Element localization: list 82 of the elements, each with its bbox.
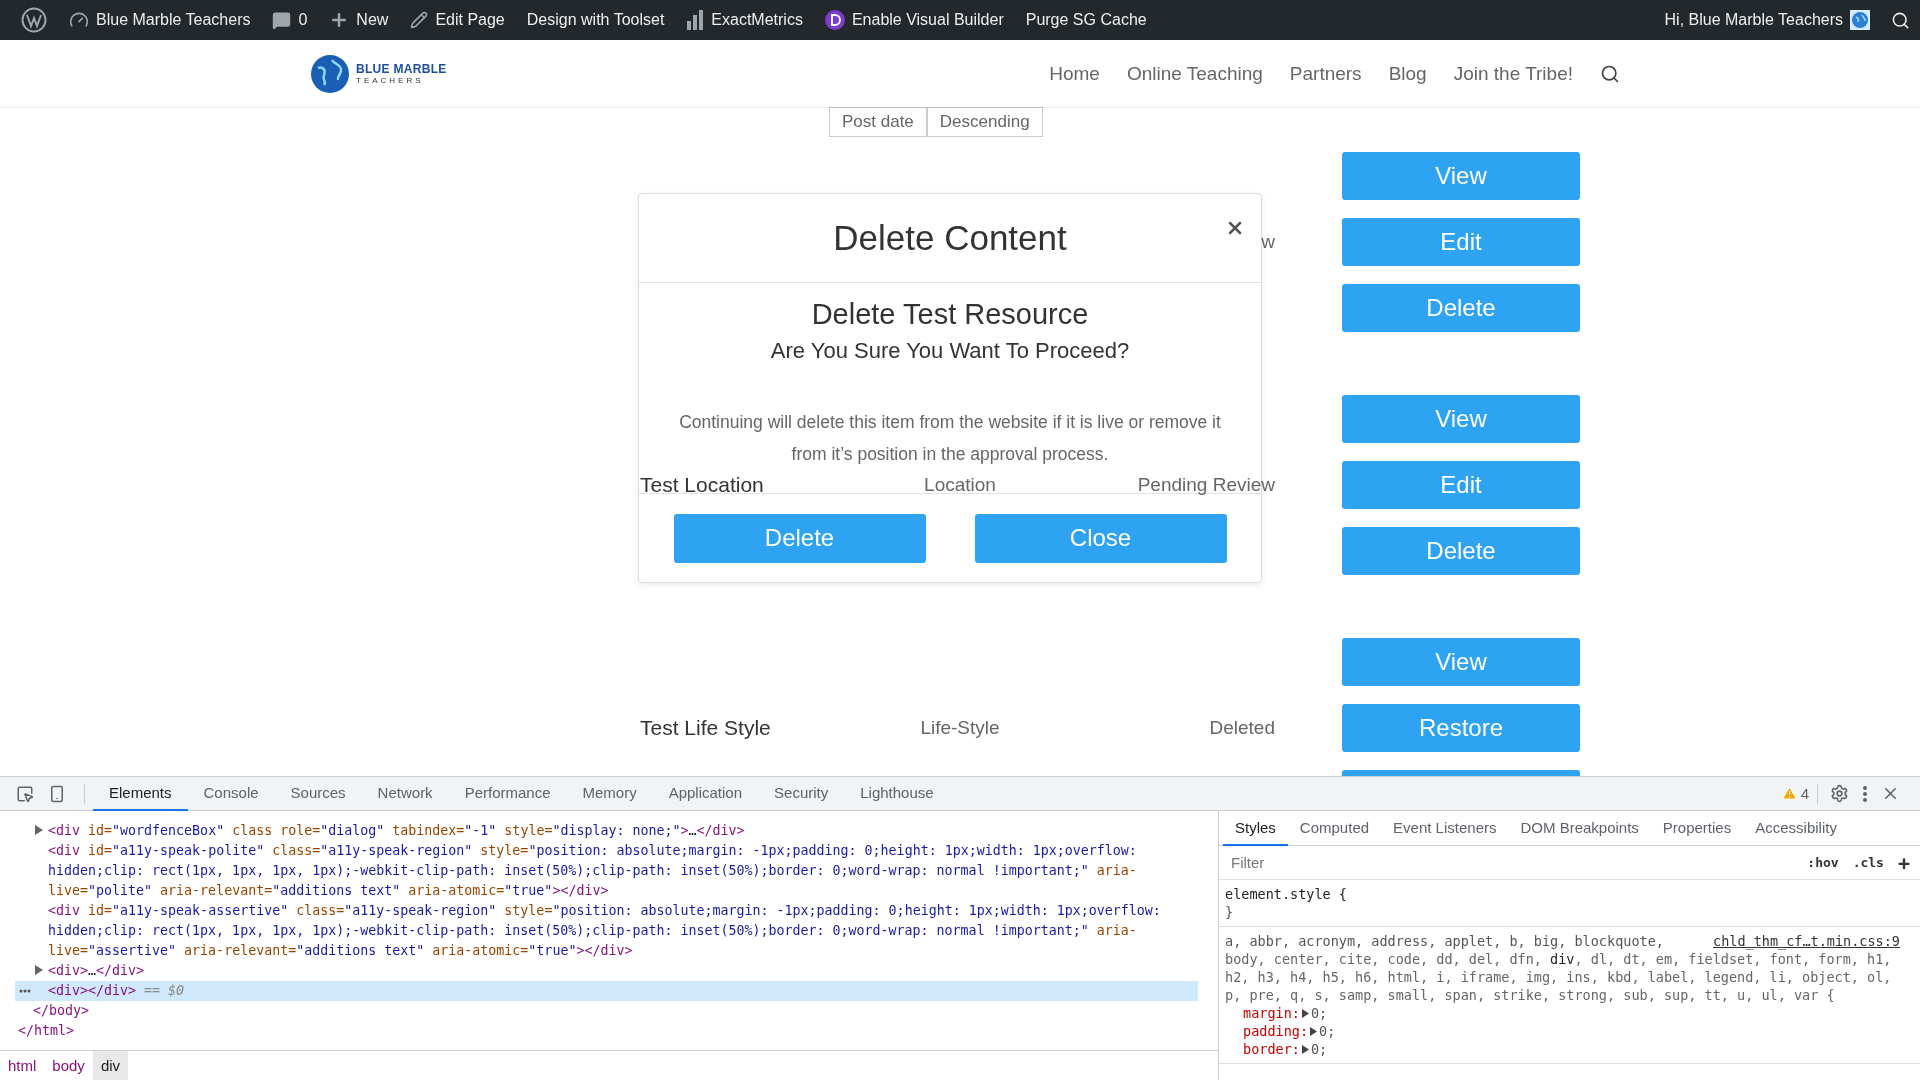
inspect-icon [16, 784, 34, 803]
devtools-tab[interactable]: Application [652, 776, 759, 811]
admin-bar-item[interactable]: 0 [261, 0, 319, 40]
css-declaration[interactable]: padding: 0; [1225, 1022, 1900, 1040]
more-icon [1863, 785, 1867, 802]
avatar-icon [1850, 10, 1870, 30]
devtools-tab[interactable]: Lighthouse [844, 776, 950, 811]
warning-count[interactable]: 4 [1781, 785, 1809, 802]
rule-selector: body, center, cite, code, dd, del, dfn, div, dl, dt, em, fieldset, font, form, h1, h2, h3, h4, h5, h6, html, i, iframe, img, ins, kbd, label, legend, li, object, ol, p, pre, q, s, samp, small, span, strike, strong, sub, sup, tt, u, ul, var { [1225, 950, 1893, 1004]
pencil-icon [410, 11, 429, 29]
admin-bar-item[interactable]: Purge SG Cache [1014, 0, 1158, 40]
css-declaration[interactable]: margin: 0; [1225, 1004, 1900, 1022]
site-logo-icon[interactable] [21, 7, 47, 33]
admin-bar-item[interactable]: ExactMetrics [675, 0, 814, 40]
dashboard-icon [69, 10, 89, 30]
admin-bar-item[interactable]: New [318, 0, 400, 40]
phone-icon [48, 784, 66, 803]
item-category: Location [923, 474, 997, 496]
warning-icon [1781, 786, 1797, 801]
dialog-title: Delete Content [833, 218, 1067, 258]
code-line[interactable]: <div id="wordfenceBox" class role="dialog" tabindex="-1" style="display: none;">…</div> [48, 821, 1198, 841]
globe-logo-icon [310, 53, 350, 94]
devtools-tab[interactable]: Elements [93, 776, 188, 811]
style-tool-button[interactable]: .cls [1850, 855, 1886, 870]
code-line[interactable]: <div>…</div> [48, 961, 1198, 981]
item-category: Life-Style [919, 717, 1001, 739]
style-tool-button[interactable]: + [1895, 850, 1912, 875]
dialog-question: Are You Sure You Want To Proceed? [769, 337, 1131, 364]
dialog-message: Continuing will delete this item from the website if it is live or remove it from it’s position in the approval process. [678, 410, 1222, 466]
source-link[interactable]: chld_thm_cf…t.min.css:9 [1713, 932, 1900, 950]
rule-closing: } [1225, 903, 1235, 921]
bar-chart-icon [686, 10, 705, 30]
styles-tab[interactable]: Event Listeners [1381, 811, 1509, 846]
admin-bar-item[interactable]: Blue Marble Teachers [58, 0, 262, 40]
nav-link[interactable]: Join the Tribe! [1453, 62, 1573, 85]
item-status: w [1260, 231, 1276, 253]
style-tool-button[interactable]: :hov [1805, 855, 1841, 870]
styles-tab[interactable]: Accessibility [1743, 811, 1849, 846]
item-title: Test Life Style [640, 716, 772, 740]
nav-link[interactable]: Partners [1289, 62, 1362, 85]
styles-tab[interactable]: Computed [1287, 811, 1382, 846]
site-logo[interactable]: BLUE MARBLE TEACHERS [310, 53, 447, 94]
styles-tab[interactable]: Properties [1650, 811, 1744, 846]
code-line[interactable]: <div id="a11y-speak-assertive" class="a11y-speak-region" style="position: absolute;margin: -1px;padding: 0;height: 1px;width: 1px;overflow: hidden;clip: rect(1px, 1px, 1px, 1px);-webkit-clip-path: inset(50%);clip-path: inset(50%);border: 0;word-wrap: normal !important;" aria-live="assertive" aria-relevant="additions text" aria-atomic="true"></div> [48, 901, 1198, 961]
devtools-tab[interactable]: Security [758, 776, 845, 811]
css-declaration[interactable]: border: 0; [1225, 1040, 1900, 1058]
item-title: Test Location [640, 473, 765, 497]
sort-dropdown[interactable]: Descending [926, 107, 1043, 137]
nav-link[interactable]: Blog [1388, 62, 1427, 85]
styles-tab[interactable]: DOM Breakpoints [1508, 811, 1651, 846]
logo-name: BLUE MARBLE [356, 62, 447, 75]
item-status: Deleted [1208, 717, 1276, 739]
styles-tab[interactable]: Styles [1223, 811, 1288, 846]
breadcrumb[interactable]: html [0, 1051, 45, 1080]
rule-selector: element.style { [1225, 885, 1348, 903]
breadcrumb[interactable]: div [92, 1051, 129, 1080]
rule-selector: a, abbr, acronym, address, applet, b, big, blockquote, [1225, 932, 1664, 950]
dialog-heading: Delete Test Resource [810, 297, 1090, 332]
code-line[interactable]: </body> [33, 1001, 1198, 1021]
admin-bar-item[interactable]: Design with Toolset [515, 0, 676, 40]
breadcrumb[interactable]: body [44, 1051, 93, 1080]
builder-icon [824, 10, 845, 30]
devtools-tab[interactable]: Sources [274, 776, 362, 811]
devtools-tab[interactable]: Console [187, 776, 275, 811]
devtools-tab[interactable]: Memory [566, 776, 653, 811]
search-icon[interactable] [1891, 10, 1910, 30]
admin-bar-item[interactable]: Enable Visual Builder [813, 0, 1015, 40]
more-icon [19, 989, 31, 993]
code-line[interactable]: </html> [18, 1021, 1198, 1041]
admin-bar-item[interactable]: Edit Page [399, 0, 516, 40]
account-link[interactable]: Hi, Blue Marble Teachers [1653, 0, 1881, 40]
sort-dropdown[interactable]: Post date [829, 107, 927, 137]
code-line[interactable]: <div id="a11y-speak-polite" class="a11y-speak-region" style="position: absolute;margin: -1px;padding: 0;height: 1px;width: 1px;overflow: hidden;clip: rect(1px, 1px, 1px, 1px);-webkit-clip-path: inset(50%);clip-path: inset(50%);border: 0;word-wrap: normal !important;" aria-live="polite" aria-relevant="additions text" aria-atomic="true"></div> [48, 841, 1198, 901]
settings-icon [1830, 784, 1849, 803]
devtools-tab[interactable]: Performance [448, 776, 567, 811]
logo-tagline: TEACHERS [356, 76, 425, 85]
nav-link[interactable]: Online Teaching [1126, 62, 1263, 85]
search-icon[interactable] [1600, 63, 1620, 84]
devtools-tab[interactable]: Network [361, 776, 449, 811]
item-status: Pending Review [1136, 474, 1276, 496]
comment-icon [272, 10, 292, 30]
nav-link[interactable]: Home [1049, 62, 1100, 85]
